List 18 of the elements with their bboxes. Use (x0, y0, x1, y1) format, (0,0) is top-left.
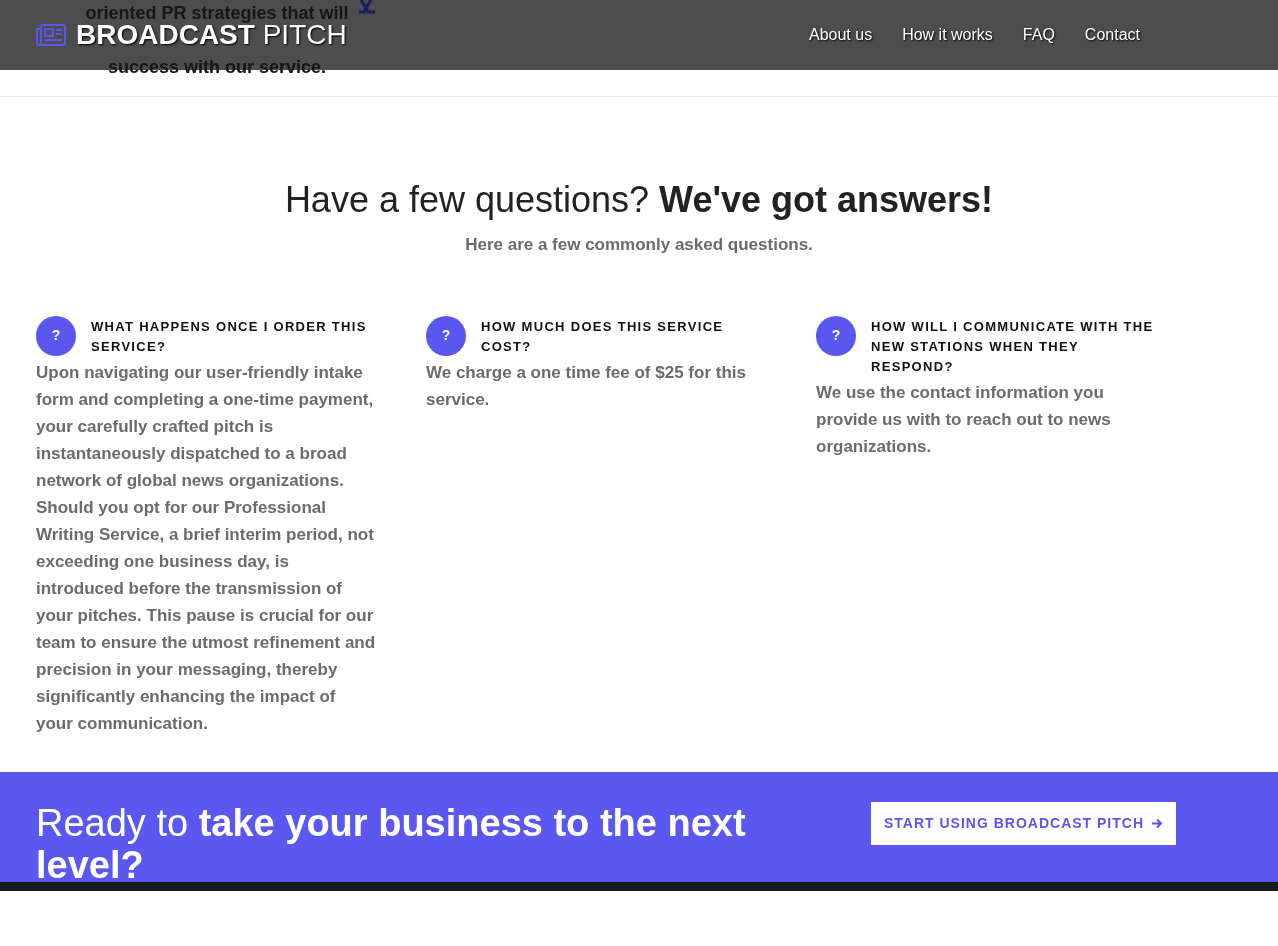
cta-heading: Ready to take your business to the next level? (36, 801, 747, 886)
question-icon: ? (36, 315, 76, 356)
nav-link[interactable]: Contact (1084, 23, 1140, 47)
start-button[interactable]: START USING BROADCAST PITCH (871, 801, 1176, 845)
section-heading: Have a few questions? We've got answers! (284, 180, 994, 220)
brand-logo[interactable]: BROADCAST PITCH (76, 22, 347, 48)
question-icon: ? (426, 315, 466, 356)
question-heading: HOW WILL I COMMUNICATE WITH THE NEW STATIONS WHEN THEY RESPOND? (871, 317, 1155, 376)
nav-link[interactable]: About us (809, 23, 873, 47)
answer-text: We charge a one time fee of $25 for this service. (426, 361, 747, 411)
question-icon: ? (816, 315, 856, 356)
nav-link[interactable]: How it works (902, 23, 993, 47)
nav-link[interactable]: FAQ (1022, 23, 1055, 47)
answer-text: We use the contact information you provide us with to reach out to news organizations. (816, 381, 1112, 458)
answer-text: Upon navigating our user-friendly intake form and completing a one-time payment, your carefully crafted pitch is instantaneously dispatched to a broad network of global news organizations. Should you opt for our Professional Writing Service, a brief interim period, not exceeding one business day, is introduced before the transmission of your pitches. This pause is crucial for our team to ensure the utmost refinement and precision in your messaging, thereby significantly enhancing the impact of your communication. (36, 361, 376, 735)
question-heading: HOW MUCH DOES THIS SERVICE COST? (481, 317, 725, 356)
section-subtitle: Here are a few commonly asked questions. (465, 234, 813, 256)
question-heading: WHAT HAPPENS ONCE I ORDER THIS SERVICE? (91, 317, 368, 356)
